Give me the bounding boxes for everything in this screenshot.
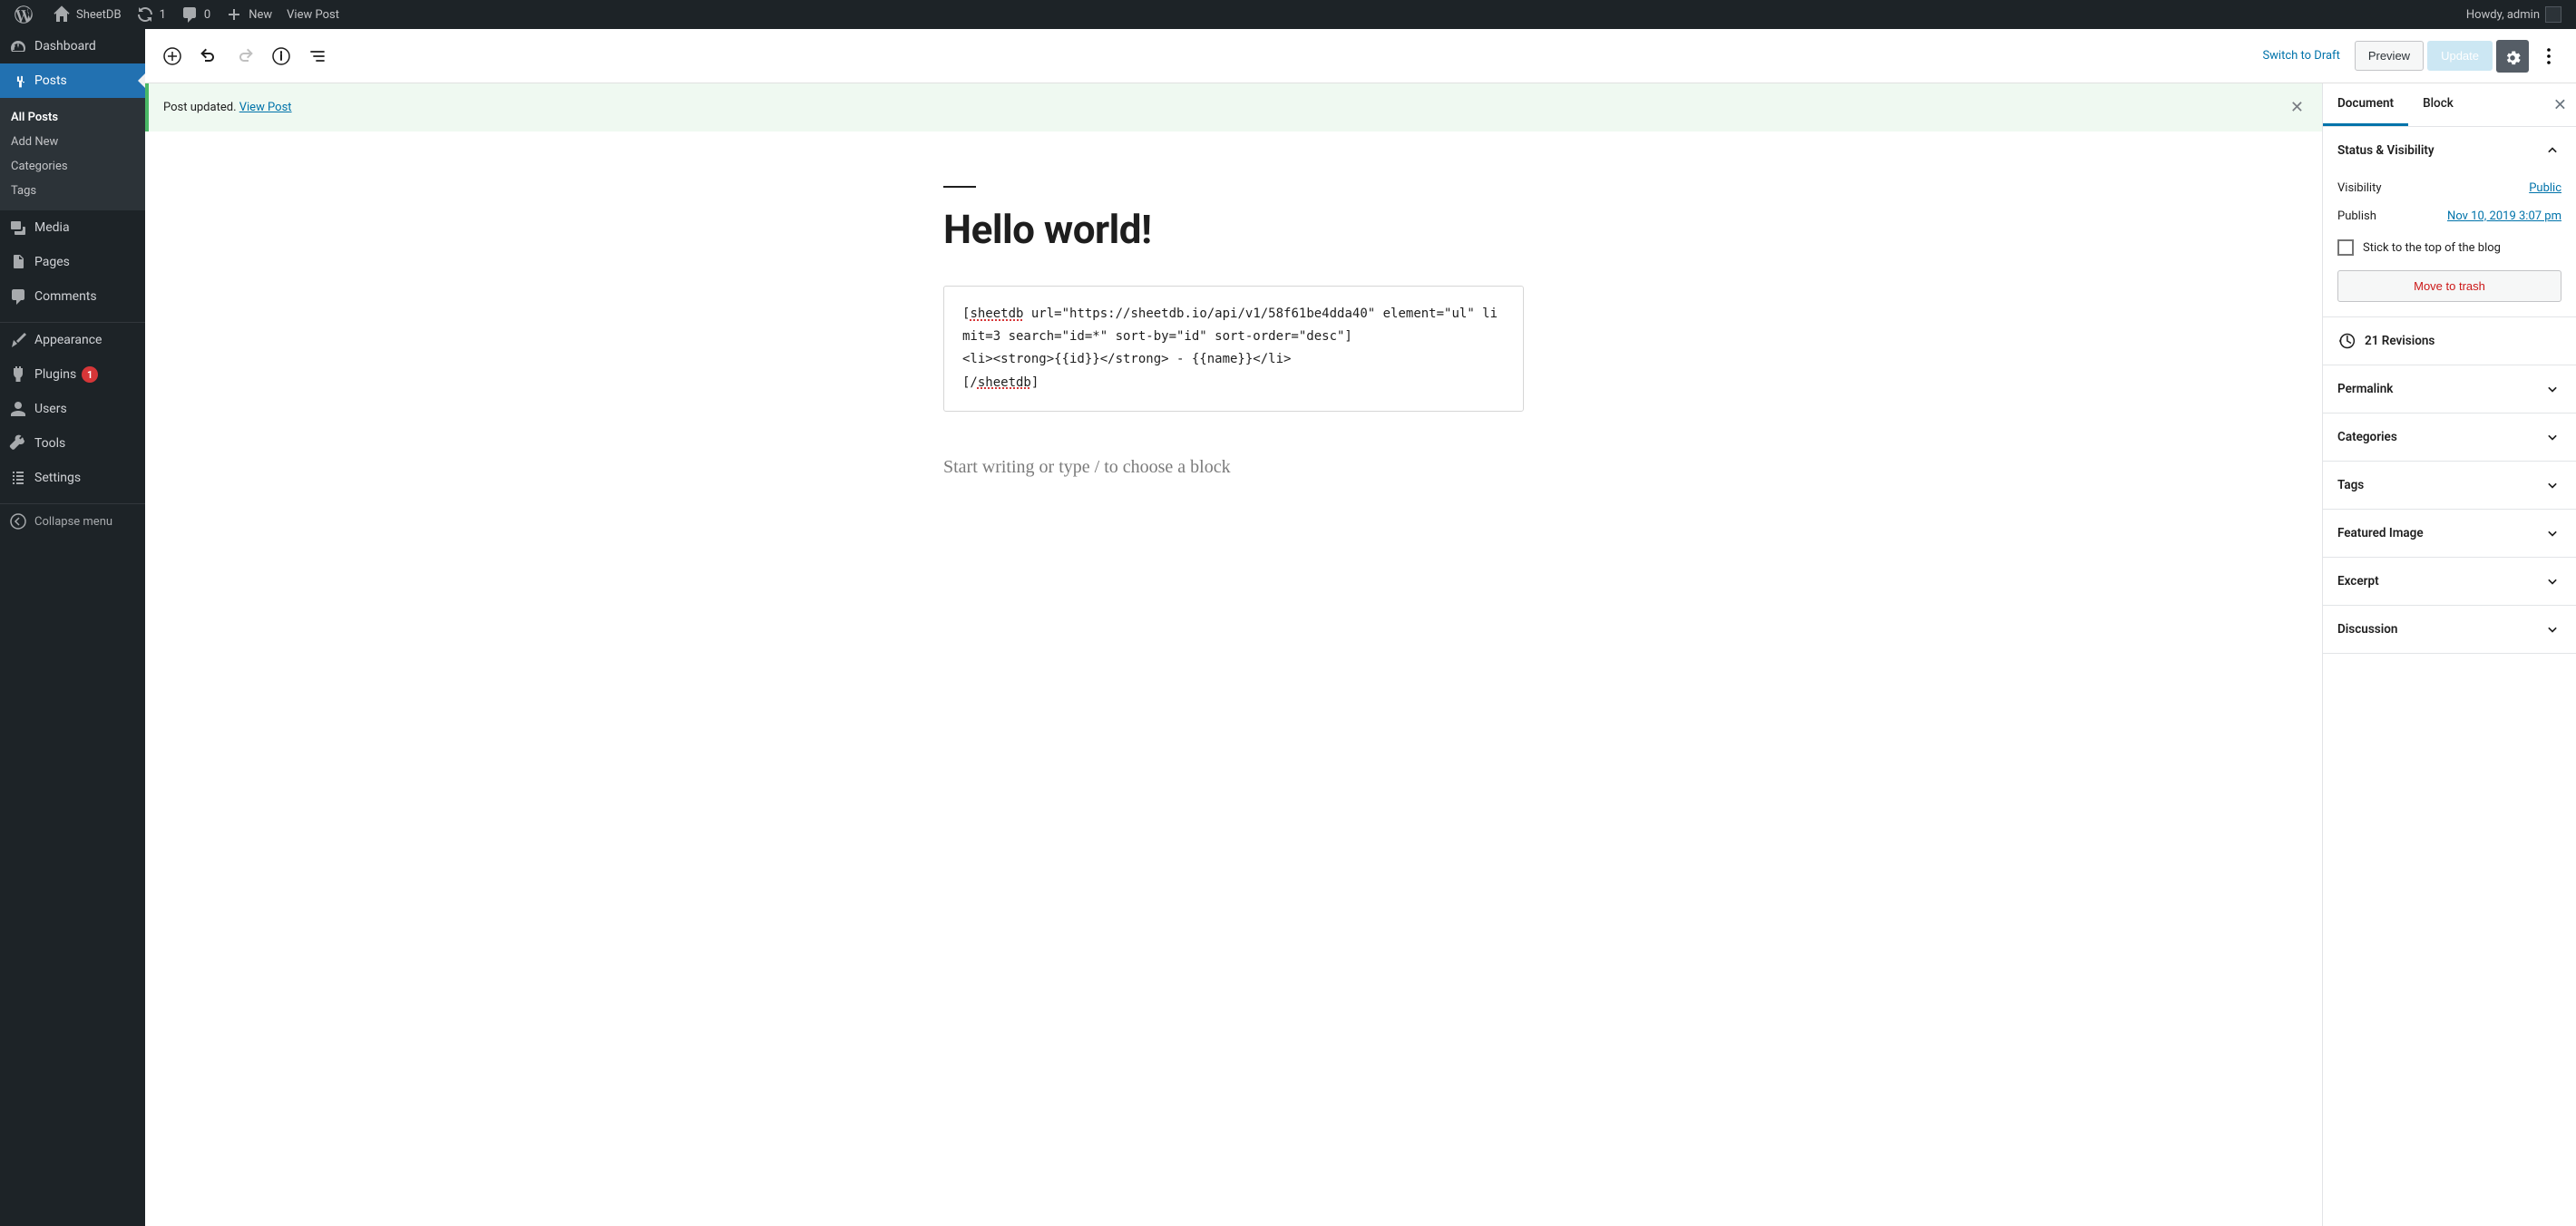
notice-text: Post updated. <box>163 101 239 114</box>
notice-view-post-link[interactable]: View Post <box>239 101 292 114</box>
chevron-down-icon <box>2543 428 2561 446</box>
tools-icon <box>9 434 27 452</box>
comments-icon <box>9 287 27 306</box>
pin-icon <box>9 72 27 90</box>
switch-to-draft-button[interactable]: Switch to Draft <box>2251 42 2350 70</box>
list-icon <box>307 45 328 67</box>
pages-icon <box>9 253 27 271</box>
submenu-posts: All Posts Add New Categories Tags <box>0 98 145 210</box>
editor-toolbar: Switch to Draft Preview Update <box>145 29 2576 83</box>
admin-bar: SheetDB 1 0 New View Post Howdy, admin <box>0 0 2576 29</box>
publish-date-link[interactable]: Nov 10, 2019 3:07 pm <box>2447 209 2561 223</box>
new-content[interactable]: New <box>218 0 279 29</box>
sticky-checkbox[interactable] <box>2337 239 2354 256</box>
redo-button[interactable] <box>229 40 261 73</box>
submenu-all-posts[interactable]: All Posts <box>0 105 145 130</box>
sticky-checkbox-row[interactable]: Stick to the top of the blog <box>2337 230 2561 270</box>
comment-icon <box>181 5 199 24</box>
plugins-badge: 1 <box>82 366 98 383</box>
close-settings-button[interactable]: ✕ <box>2553 95 2567 114</box>
success-notice: Post updated. View Post ✕ <box>145 83 2322 131</box>
menu-comments[interactable]: Comments <box>0 279 145 314</box>
admin-sidebar: Dashboard Posts All Posts Add New Catego… <box>0 29 145 1226</box>
settings-panel-toggle[interactable] <box>2496 40 2529 73</box>
submenu-tags[interactable]: Tags <box>0 179 145 203</box>
chevron-up-icon <box>2543 141 2561 160</box>
menu-dashboard[interactable]: Dashboard <box>0 29 145 63</box>
section-excerpt[interactable]: Excerpt <box>2323 558 2576 605</box>
tab-block[interactable]: Block <box>2408 83 2468 126</box>
chevron-down-icon <box>2543 524 2561 542</box>
section-featured-image[interactable]: Featured Image <box>2323 510 2576 557</box>
section-discussion[interactable]: Discussion <box>2323 606 2576 653</box>
menu-appearance[interactable]: Appearance <box>0 323 145 357</box>
chevron-down-icon <box>2543 380 2561 398</box>
content-info-button[interactable] <box>265 40 298 73</box>
section-permalink[interactable]: Permalink <box>2323 365 2576 413</box>
settings-icon <box>9 469 27 487</box>
dots-icon <box>2538 45 2560 67</box>
redo-icon <box>234 45 256 67</box>
submenu-categories[interactable]: Categories <box>0 154 145 179</box>
menu-users[interactable]: Users <box>0 392 145 426</box>
plugin-icon <box>9 365 27 384</box>
add-block-button[interactable] <box>156 40 189 73</box>
undo-icon <box>198 45 220 67</box>
plus-circle-icon <box>161 45 183 67</box>
dismiss-notice-button[interactable]: ✕ <box>2287 94 2308 121</box>
editor-canvas[interactable]: Post updated. View Post ✕ Hello world! [… <box>145 83 2322 1226</box>
visibility-link[interactable]: Public <box>2529 181 2561 195</box>
chevron-down-icon <box>2543 572 2561 590</box>
wp-logo[interactable] <box>7 0 45 29</box>
menu-media[interactable]: Media <box>0 210 145 245</box>
title-decoration <box>943 186 976 188</box>
menu-tools[interactable]: Tools <box>0 426 145 461</box>
updates[interactable]: 1 <box>129 0 173 29</box>
home-icon <box>53 5 71 24</box>
users-icon <box>9 400 27 418</box>
refresh-icon <box>136 5 154 24</box>
more-options-button[interactable] <box>2532 40 2565 73</box>
view-post-top[interactable]: View Post <box>279 0 346 29</box>
visibility-row: Visibility Public <box>2337 174 2561 202</box>
collapse-icon <box>9 512 27 530</box>
my-account[interactable]: Howdy, admin <box>2459 0 2569 29</box>
comments-count[interactable]: 0 <box>173 0 218 29</box>
menu-pages[interactable]: Pages <box>0 245 145 279</box>
submenu-add-new[interactable]: Add New <box>0 130 145 154</box>
section-tags[interactable]: Tags <box>2323 462 2576 509</box>
gear-icon <box>2503 46 2522 66</box>
site-name[interactable]: SheetDB <box>45 0 129 29</box>
tab-document[interactable]: Document <box>2323 83 2408 126</box>
section-status-visibility[interactable]: Status & Visibility <box>2323 127 2576 174</box>
chevron-down-icon <box>2543 476 2561 494</box>
revisions-link[interactable]: 21 Revisions <box>2323 317 2576 365</box>
publish-row: Publish Nov 10, 2019 3:07 pm <box>2337 202 2561 230</box>
avatar-icon <box>2545 6 2561 23</box>
shortcode-block[interactable]: [sheetdb url="https://sheetdb.io/api/v1/… <box>943 286 1524 412</box>
appearance-icon <box>9 331 27 349</box>
chevron-down-icon <box>2543 620 2561 638</box>
collapse-menu[interactable]: Collapse menu <box>0 504 145 539</box>
dashboard-icon <box>9 37 27 55</box>
menu-posts[interactable]: Posts <box>0 63 145 98</box>
history-icon <box>2337 332 2356 350</box>
move-to-trash-button[interactable]: Move to trash <box>2337 270 2561 302</box>
wordpress-icon <box>15 5 33 24</box>
outline-button[interactable] <box>301 40 334 73</box>
preview-button[interactable]: Preview <box>2355 41 2424 71</box>
settings-panel: Document Block ✕ Status & Visibility Vis… <box>2322 83 2576 1226</box>
new-block-placeholder[interactable]: Start writing or type / to choose a bloc… <box>943 457 1524 478</box>
section-categories[interactable]: Categories <box>2323 414 2576 461</box>
info-icon <box>270 45 292 67</box>
undo-button[interactable] <box>192 40 225 73</box>
media-icon <box>9 219 27 237</box>
update-button[interactable]: Update <box>2427 41 2493 71</box>
plus-icon <box>225 5 243 24</box>
menu-plugins[interactable]: Plugins 1 <box>0 357 145 392</box>
post-title[interactable]: Hello world! <box>943 206 1524 253</box>
menu-settings[interactable]: Settings <box>0 461 145 495</box>
